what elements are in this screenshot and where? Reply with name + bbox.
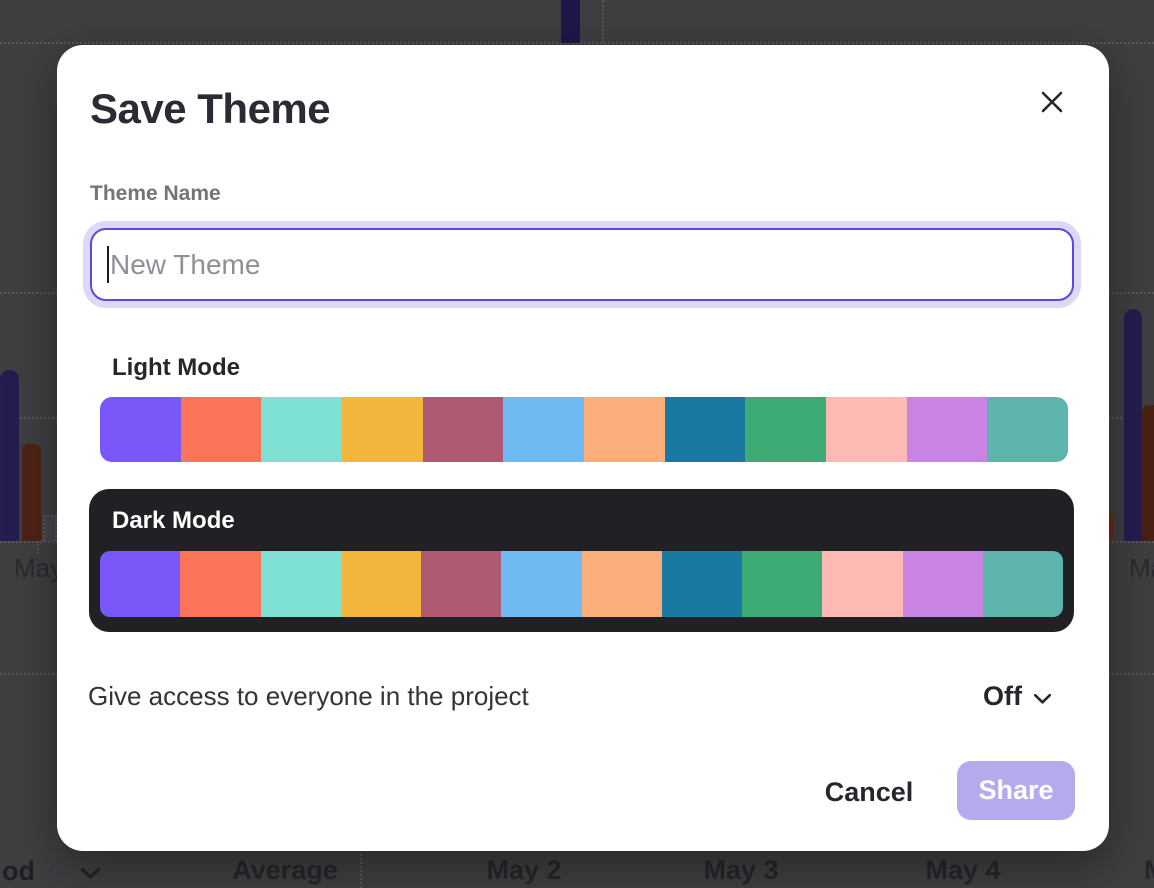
chevron-down-icon — [1033, 693, 1052, 705]
color-swatch — [181, 397, 262, 462]
gridline — [360, 849, 362, 888]
light-mode-palette — [100, 397, 1068, 462]
light-mode-label: Light Mode — [112, 354, 240, 382]
dark-mode-label: Dark Mode — [112, 507, 235, 535]
color-swatch — [662, 551, 742, 617]
dark-mode-card: Dark Mode — [89, 489, 1074, 632]
color-swatch — [903, 551, 983, 617]
access-label: Give access to everyone in the project — [88, 681, 529, 712]
close-button[interactable] — [1029, 79, 1075, 125]
x-axis-label: Ma — [1129, 553, 1154, 584]
color-swatch — [261, 551, 341, 617]
column-header: May 3 — [703, 855, 778, 886]
color-swatch — [582, 551, 662, 617]
chart-bar-ghost — [43, 515, 57, 541]
dialog-title: Save Theme — [90, 85, 330, 133]
period-label: od — [2, 856, 35, 887]
color-swatch — [501, 551, 581, 617]
access-dropdown[interactable]: Off — [983, 678, 1052, 714]
share-button[interactable]: Share — [957, 761, 1075, 820]
chart-bar — [561, 0, 580, 43]
color-swatch — [742, 551, 822, 617]
theme-name-field-wrap — [90, 228, 1074, 301]
save-theme-dialog: Save Theme Theme Name Light Mode Dark Mo… — [57, 45, 1109, 851]
x-axis-label: May — [14, 553, 63, 584]
chart-bar — [0, 370, 19, 541]
column-header-clipped: M — [1144, 855, 1154, 886]
color-swatch — [180, 551, 260, 617]
period-number: 4 — [47, 856, 62, 887]
gridline — [602, 0, 604, 43]
color-swatch — [342, 397, 423, 462]
color-swatch — [584, 397, 665, 462]
chart-bar — [1109, 514, 1114, 541]
chart-bar — [1142, 405, 1154, 541]
period-picker: od 4 — [2, 856, 101, 887]
column-header: Average — [232, 855, 338, 886]
color-swatch — [987, 397, 1068, 462]
color-swatch — [745, 397, 826, 462]
cancel-button[interactable]: Cancel — [809, 769, 929, 815]
color-swatch — [665, 397, 746, 462]
chart-bar — [22, 444, 41, 541]
column-header: May 2 — [486, 855, 561, 886]
color-swatch — [423, 397, 504, 462]
close-icon — [1038, 88, 1066, 116]
color-swatch — [341, 551, 421, 617]
chart-bar — [1124, 309, 1142, 541]
color-swatch — [826, 397, 907, 462]
dark-mode-palette — [100, 551, 1063, 617]
color-swatch — [261, 397, 342, 462]
theme-name-input[interactable] — [90, 228, 1074, 301]
access-value: Off — [983, 681, 1022, 712]
chevron-down-icon — [80, 867, 101, 880]
color-swatch — [421, 551, 501, 617]
color-swatch — [983, 551, 1063, 617]
color-swatch — [503, 397, 584, 462]
color-swatch — [907, 397, 988, 462]
color-swatch — [822, 551, 902, 617]
column-header: May 4 — [925, 855, 1000, 886]
text-caret — [107, 246, 109, 283]
color-swatch — [100, 397, 181, 462]
color-swatch — [100, 551, 180, 617]
theme-name-label: Theme Name — [90, 182, 221, 206]
